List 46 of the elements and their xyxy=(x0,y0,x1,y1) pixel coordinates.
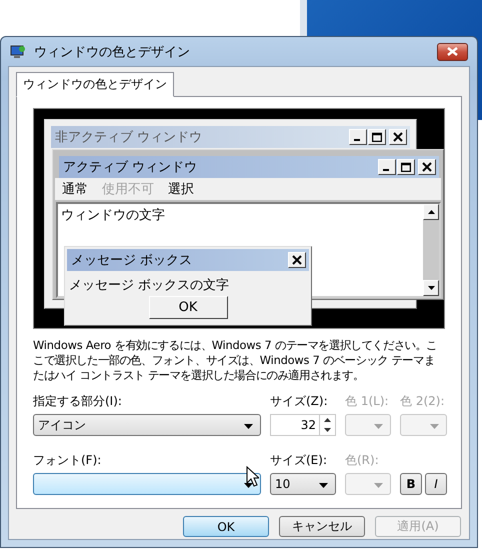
active-window-title: アクティブ ウィンドウ xyxy=(63,159,198,176)
dialog-button[interactable]: キャンセル xyxy=(279,516,365,537)
field-label: サイズ(Z): xyxy=(270,393,329,410)
menu-item[interactable]: 選択 xyxy=(168,180,194,198)
field-label: 色(R): xyxy=(345,452,380,469)
bold-button[interactable]: B xyxy=(400,473,422,495)
field-label: 色 1(L): xyxy=(345,393,390,410)
field-label: フォント(F): xyxy=(33,452,102,469)
field-label: 指定する部分(I): xyxy=(33,393,123,410)
menu-item[interactable]: 通常 xyxy=(62,180,88,198)
close-button[interactable] xyxy=(437,42,468,60)
field-label: サイズ(E): xyxy=(270,452,328,469)
close-icon xyxy=(418,159,436,175)
mouse-pointer-icon xyxy=(246,466,259,487)
message-box-title: メッセージ ボックス xyxy=(71,252,194,269)
window-title: ウィンドウの色とデザイン xyxy=(34,44,191,60)
font-size-dropdown[interactable]: 10 xyxy=(270,473,336,495)
tab[interactable]: ウィンドウの色とデザイン xyxy=(16,72,174,97)
description-text: Windows Aero を有効にするには、Windows 7 のテーマを選択してください。ここで選択した一部の色、フォント、サイズは、Windows 7 のベーシック テーマまたはハイ コントラスト テーマを選択した場合にのみ適用されます。 xyxy=(33,338,438,383)
inactive-window-title: 非アクティブ ウィンドウ xyxy=(55,129,204,146)
close-icon xyxy=(389,129,407,145)
scroll-down-icon[interactable] xyxy=(423,280,439,296)
close-icon xyxy=(447,47,458,56)
dropdown-arrow-icon xyxy=(430,424,439,429)
ok-button[interactable]: OK xyxy=(148,296,228,319)
dropdown-arrow-icon xyxy=(374,424,383,429)
maximize-icon xyxy=(368,129,386,145)
italic-button[interactable]: I xyxy=(425,473,447,495)
dialog-button[interactable]: OK xyxy=(183,516,269,537)
size-spinner[interactable]: 32 xyxy=(270,414,336,436)
dropdown-arrow-icon xyxy=(244,424,253,429)
maximize-icon xyxy=(397,159,415,175)
dropdown-arrow-icon xyxy=(319,483,328,488)
message-text: メッセージ ボックスの文字 xyxy=(68,277,230,295)
font-dropdown[interactable] xyxy=(33,473,261,495)
close-icon xyxy=(288,252,306,268)
dropdown-arrow-icon xyxy=(244,483,253,488)
field-label: 色 2(2): xyxy=(400,393,446,410)
scroll-up-icon[interactable] xyxy=(423,204,439,220)
item-dropdown[interactable]: アイコン xyxy=(33,414,261,436)
dialog-button: 適用(A) xyxy=(375,516,461,537)
display-icon xyxy=(10,44,26,60)
minimize-icon xyxy=(378,159,396,175)
dropdown-arrow-icon xyxy=(374,483,383,488)
minimize-icon xyxy=(349,129,367,145)
window-text: ウィンドウの文字 xyxy=(60,207,166,225)
